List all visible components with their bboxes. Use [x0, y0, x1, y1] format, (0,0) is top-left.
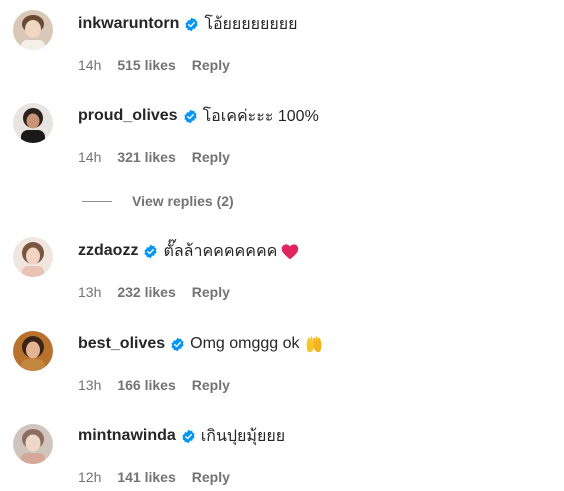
comment-text: ตั๊ลล้าคคคคคคค [163, 242, 278, 260]
red-heart-icon [281, 243, 299, 260]
likes-count[interactable]: 232 likes [117, 284, 175, 300]
timestamp[interactable]: 13h [78, 377, 101, 393]
verified-badge-icon [143, 244, 158, 259]
likes-count[interactable]: 321 likes [117, 149, 175, 165]
view-replies-button[interactable]: View replies (2) [82, 191, 234, 211]
avatar[interactable] [13, 237, 53, 277]
reply-button[interactable]: Reply [192, 284, 230, 300]
raising-hands-icon [304, 335, 324, 353]
timestamp[interactable]: 12h [78, 469, 101, 485]
verified-badge-icon [183, 109, 198, 124]
comment-text: เกินปุยมุ้ยยย [200, 427, 286, 445]
view-replies-label: View replies (2) [132, 193, 234, 209]
verified-badge-icon [170, 337, 185, 352]
likes-count[interactable]: 141 likes [117, 469, 175, 485]
username[interactable]: mintnawinda [78, 427, 176, 445]
comment-text: โอเคค่ะะะ 100% [202, 107, 319, 125]
username[interactable]: zzdaozz [78, 242, 138, 260]
verified-badge-icon [181, 429, 196, 444]
view-replies-divider [82, 200, 112, 202]
comment-line: mintnawinda เกินปุยมุ้ยยย [78, 425, 285, 447]
timestamp[interactable]: 14h [78, 149, 101, 165]
reply-button[interactable]: Reply [192, 377, 230, 393]
avatar[interactable] [13, 331, 53, 371]
comment-line: zzdaozz ตั๊ลล้าคคคคคคค [78, 240, 299, 262]
comment-item: mintnawinda เกินปุยมุ้ยยย 12h 141 likes … [0, 0, 564, 485]
timestamp[interactable]: 13h [78, 284, 101, 300]
avatar[interactable] [13, 424, 53, 464]
comment-meta: 12h 141 likes Reply [78, 467, 230, 487]
reply-button[interactable]: Reply [192, 149, 230, 165]
comment-line: proud_olives โอเคค่ะะะ 100% [78, 105, 319, 127]
comment-text: Omg omggg ok [190, 335, 300, 352]
username[interactable]: proud_olives [78, 107, 178, 125]
comment-line: best_olives Omg omggg ok [78, 333, 324, 355]
username[interactable]: best_olives [78, 335, 165, 353]
reply-button[interactable]: Reply [192, 469, 230, 485]
likes-count[interactable]: 166 likes [117, 377, 175, 393]
avatar[interactable] [13, 103, 53, 143]
comment-meta: 13h 232 likes Reply [78, 282, 230, 302]
comment-meta: 14h 321 likes Reply [78, 147, 230, 167]
comment-meta: 13h 166 likes Reply [78, 375, 230, 395]
